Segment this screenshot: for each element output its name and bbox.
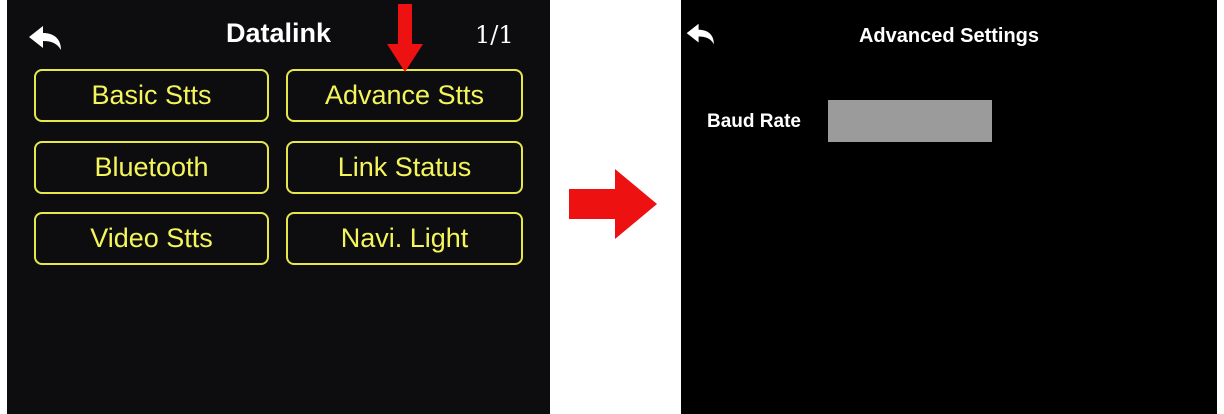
page-indicator: 1/1 (475, 21, 514, 49)
baud-rate-label: Baud Rate (707, 111, 801, 132)
bluetooth-button[interactable]: Bluetooth (34, 141, 269, 194)
datalink-screen: Datalink 1/1 Basic Stts Advance Stts Blu… (7, 0, 550, 414)
navi-light-button[interactable]: Navi. Light (286, 212, 523, 265)
down-arrow-icon (387, 4, 423, 72)
basic-settings-button[interactable]: Basic Stts (34, 69, 269, 122)
advanced-settings-screen: Advanced Settings Baud Rate (681, 0, 1217, 414)
baud-rate-field[interactable] (828, 100, 992, 142)
right-arrow-icon (569, 169, 657, 239)
link-status-button[interactable]: Link Status (286, 141, 523, 194)
advance-settings-button[interactable]: Advance Stts (286, 69, 523, 122)
page-title: Advanced Settings (858, 25, 1040, 47)
video-settings-button[interactable]: Video Stts (34, 212, 269, 265)
page-title: Datalink (225, 18, 332, 48)
